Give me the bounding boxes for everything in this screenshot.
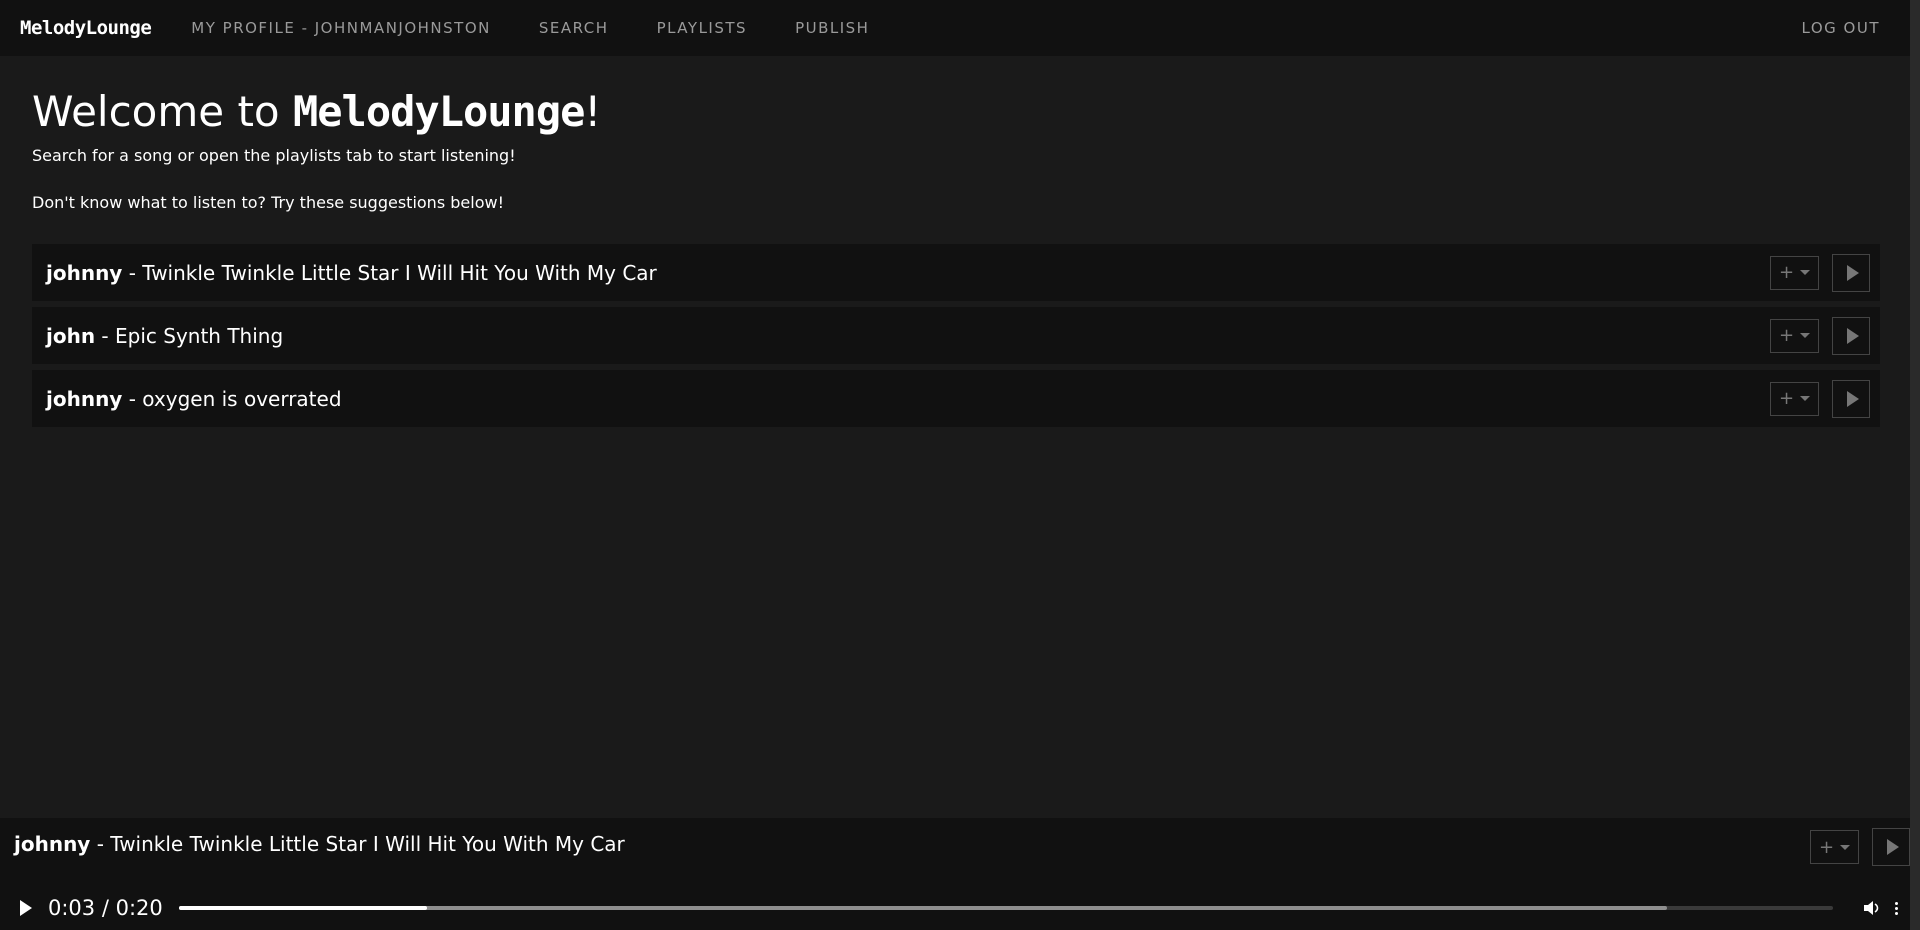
nav-logout[interactable]: Log Out (1802, 19, 1880, 37)
caret-down-icon (1800, 333, 1811, 338)
song-label: john - Epic Synth Thing (46, 323, 284, 348)
song-title: Twinkle Twinkle Little Star I Will Hit Y… (142, 260, 657, 285)
song-title: Epic Synth Thing (115, 323, 284, 348)
player-actions: + (1810, 828, 1910, 866)
volume-icon[interactable] (1863, 900, 1881, 916)
welcome-heading: Welcome to MelodyLounge! (32, 84, 1880, 140)
suggestion-list: johnny - Twinkle Twinkle Little Star I W… (32, 244, 1880, 427)
now-playing-artist: johnny (14, 832, 91, 856)
plus-icon: + (1778, 325, 1795, 346)
welcome-prefix: Welcome to (32, 87, 293, 136)
progress-fill (178, 906, 427, 910)
progress-slider[interactable] (178, 906, 1833, 910)
audio-play-icon[interactable] (20, 900, 32, 916)
play-song-button[interactable] (1832, 379, 1870, 418)
nav-publish[interactable]: Publish (795, 19, 869, 37)
plus-icon: + (1818, 836, 1835, 858)
caret-down-icon (1840, 844, 1851, 850)
plus-icon: + (1778, 262, 1795, 283)
song-actions: + (1770, 316, 1870, 355)
scrollbar[interactable] (1910, 0, 1920, 930)
add-to-playlist-button[interactable]: + (1770, 255, 1819, 290)
audio-controls: 0:03 / 0:20 (0, 888, 1910, 928)
play-song-button[interactable] (1832, 253, 1870, 292)
nav-search[interactable]: Search (539, 19, 609, 37)
now-playing-title: Twinkle Twinkle Little Star I Will Hit Y… (110, 832, 625, 856)
add-to-playlist-button[interactable]: + (1770, 318, 1819, 353)
song-artist: johnny (46, 386, 123, 411)
welcome-subtitle: Search for a song or open the playlists … (32, 146, 516, 165)
song-actions: + (1770, 253, 1870, 292)
main-content: Welcome to MelodyLounge! Search for a so… (32, 84, 1880, 433)
caret-down-icon (1800, 396, 1811, 401)
song-row: john - Epic Synth Thing + (32, 307, 1880, 364)
song-label: johnny - Twinkle Twinkle Little Star I W… (46, 260, 657, 285)
play-song-button[interactable] (1832, 316, 1870, 355)
song-row: johnny - oxygen is overrated + (32, 370, 1880, 427)
brand-logo[interactable]: MelodyLounge (20, 17, 152, 39)
song-artist: johnny (46, 260, 123, 285)
song-row: johnny - Twinkle Twinkle Little Star I W… (32, 244, 1880, 301)
navbar: MelodyLounge My Profile - johnmanjohnsto… (0, 0, 1910, 56)
nav-playlists[interactable]: Playlists (657, 19, 748, 37)
now-playing-label: johnny - Twinkle Twinkle Little Star I W… (14, 832, 625, 856)
song-label: johnny - oxygen is overrated (46, 386, 342, 411)
caret-down-icon (1800, 270, 1811, 275)
play-icon (1846, 390, 1859, 407)
song-title: oxygen is overrated (142, 386, 342, 411)
welcome-brand: MelodyLounge (292, 87, 585, 136)
time-display: 0:03 / 0:20 (48, 896, 163, 920)
song-actions: + (1770, 379, 1870, 418)
add-to-playlist-button[interactable]: + (1810, 830, 1859, 864)
suggestion-prompt: Don't know what to listen to? Try these … (32, 193, 504, 212)
plus-icon: + (1778, 388, 1795, 409)
play-icon (1846, 264, 1859, 281)
song-artist: john (46, 323, 96, 348)
welcome-suffix: ! (584, 87, 602, 136)
add-to-playlist-button[interactable]: + (1770, 381, 1819, 416)
nav-my-profile[interactable]: My Profile - johnmanjohnston (191, 19, 491, 37)
play-song-button[interactable] (1872, 828, 1910, 866)
play-icon (1886, 839, 1899, 855)
player-bar: johnny - Twinkle Twinkle Little Star I W… (0, 818, 1910, 930)
play-icon (1846, 327, 1859, 344)
more-vertical-icon[interactable] (1894, 901, 1898, 915)
